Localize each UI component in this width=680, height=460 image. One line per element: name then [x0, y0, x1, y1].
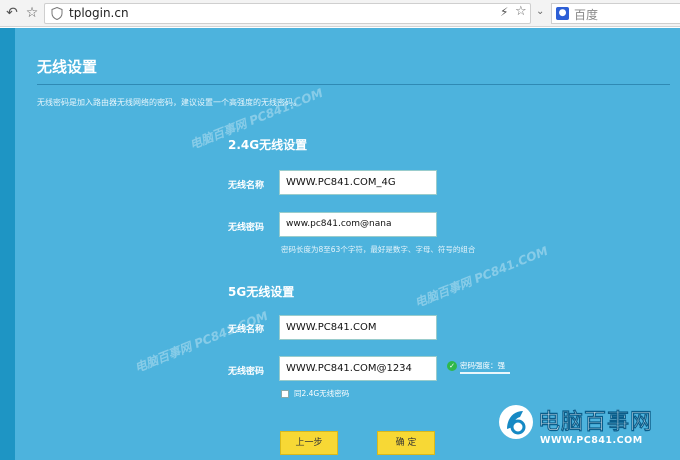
same-password-label: 同2.4G无线密码: [294, 389, 350, 398]
url-text: tplogin.cn: [69, 6, 129, 20]
section-5g-title: 5G无线设置: [228, 285, 295, 299]
confirm-button[interactable]: 确 定: [377, 431, 435, 455]
chevron-down-icon[interactable]: ⌄: [536, 6, 544, 17]
section-24g-title: 2.4G无线设置: [228, 138, 308, 152]
back-arrow-icon[interactable]: ↶: [3, 4, 21, 22]
router-page: 无线设置 无线密码是加入路由器无线网络的密码，建议设置一个高强度的无线密码。 2…: [0, 28, 680, 460]
strength-text: 密码强度：强: [460, 361, 505, 370]
shield-icon: [51, 7, 63, 20]
search-box[interactable]: ● 百度: [551, 3, 680, 24]
ssid-24g-input[interactable]: WWW.PC841.COM_4G: [279, 170, 437, 195]
settings-panel: 无线设置 无线密码是加入路由器无线网络的密码，建议设置一个高强度的无线密码。 2…: [15, 28, 680, 460]
browser-toolbar: ↶ ☆ tplogin.cn ⚡ ☆ ⌄ ● 百度: [0, 0, 680, 27]
site-logo: 电脑百事网 WWW.PC841.COM: [496, 402, 680, 460]
password-5g-input[interactable]: WWW.PC841.COM@1234: [279, 356, 437, 381]
logo-url-text: WWW.PC841.COM: [540, 435, 643, 446]
title-divider: [37, 84, 670, 85]
password-24g-input[interactable]: www.pc841.com@nana: [279, 212, 437, 237]
strength-bar: [460, 372, 510, 374]
address-bar[interactable]: tplogin.cn ⚡ ☆: [44, 3, 531, 24]
logo-mark-icon: [499, 405, 533, 439]
ssid-5g-input[interactable]: WWW.PC841.COM: [279, 315, 437, 340]
favorite-star-icon[interactable]: ☆: [515, 4, 527, 19]
same-password-checkbox[interactable]: [281, 390, 289, 398]
lightning-icon[interactable]: ⚡: [500, 5, 508, 19]
logo-chinese-text: 电脑百事网: [538, 410, 654, 435]
search-placeholder: 百度: [574, 8, 599, 22]
password-strength: ✓ 密码强度：强: [447, 360, 517, 374]
prev-button[interactable]: 上一步: [280, 431, 338, 455]
password-hint: 密码长度为8至63个字符，最好是数字、字母、符号的组合: [281, 245, 476, 254]
star-icon[interactable]: ☆: [23, 4, 41, 22]
page-title: 无线设置: [37, 58, 98, 76]
baidu-paw-icon: ●: [556, 7, 569, 20]
check-circle-icon: ✓: [447, 361, 457, 371]
